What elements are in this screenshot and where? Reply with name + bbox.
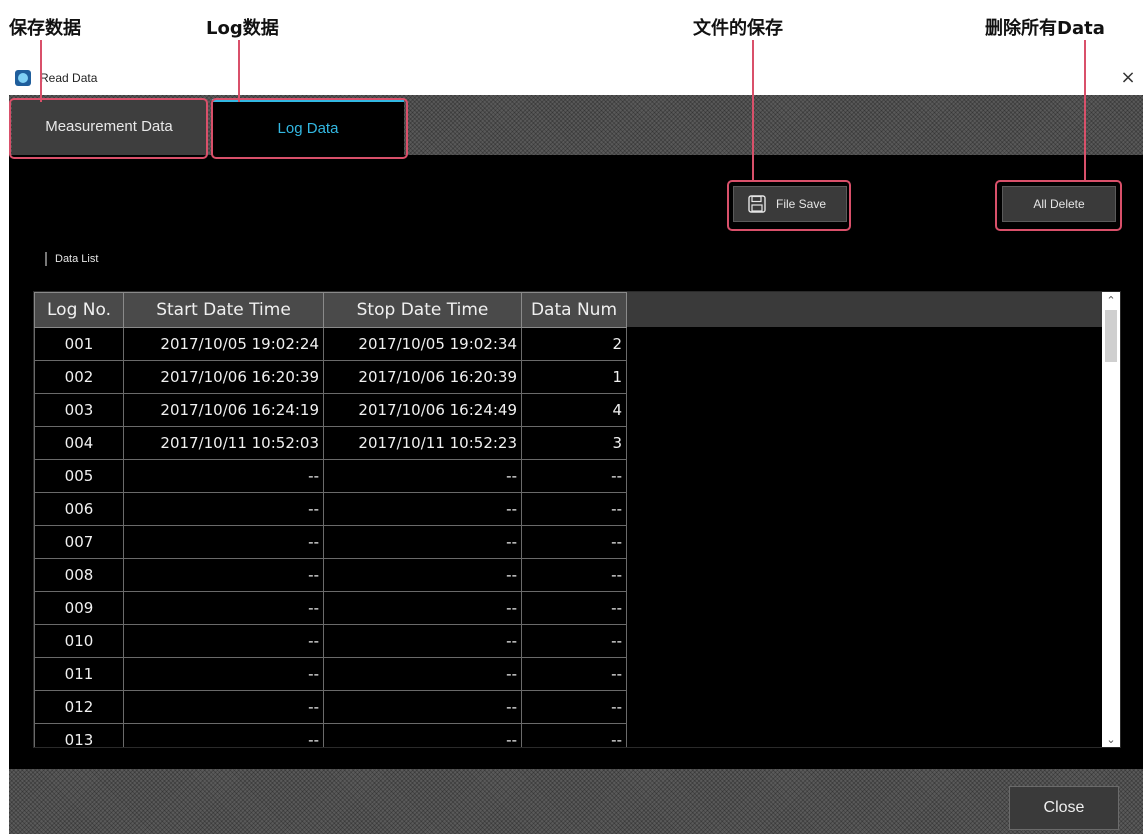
cell-log-no: 006: [34, 492, 124, 526]
cell-stop-date-time: 2017/10/11 10:52:23: [323, 426, 522, 460]
cell-log-no: 001: [34, 327, 124, 361]
cell-start-date-time: --: [123, 492, 324, 526]
cell-start-date-time: --: [123, 558, 324, 592]
window-title: Read Data: [40, 71, 98, 85]
cell-stop-date-time: --: [323, 624, 522, 658]
cell-data-num: 1: [521, 360, 627, 394]
table-row[interactable]: 006 -- -- --: [34, 492, 627, 526]
app-icon: [15, 70, 31, 86]
cell-stop-date-time: --: [323, 690, 522, 724]
annotation-leader-log: [238, 40, 240, 102]
cell-data-num: --: [521, 558, 627, 592]
cell-start-date-time: --: [123, 525, 324, 559]
cell-stop-date-time: --: [323, 657, 522, 691]
column-header-stop-date-time[interactable]: Stop Date Time: [323, 292, 522, 328]
table-row[interactable]: 004 2017/10/11 10:52:03 2017/10/11 10:52:2…: [34, 426, 627, 460]
cell-data-num: --: [521, 657, 627, 691]
cell-data-num: --: [521, 492, 627, 526]
title-bar: Read Data ×: [9, 62, 1143, 95]
annotation-leader-measurement: [40, 40, 42, 102]
cell-log-no: 005: [34, 459, 124, 493]
table-row[interactable]: 002 2017/10/06 16:20:39 2017/10/06 16:20:3…: [34, 360, 627, 394]
cell-start-date-time: --: [123, 624, 324, 658]
cell-log-no: 010: [34, 624, 124, 658]
table-row[interactable]: 013 -- -- --: [34, 723, 627, 747]
annotation-all-delete: 删除所有Data: [985, 18, 1105, 39]
cell-data-num: --: [521, 624, 627, 658]
table-row[interactable]: 010 -- -- --: [34, 624, 627, 658]
cell-stop-date-time: --: [323, 591, 522, 625]
cell-start-date-time: --: [123, 591, 324, 625]
cell-log-no: 002: [34, 360, 124, 394]
cell-start-date-time: --: [123, 690, 324, 724]
annotation-log-data: Log数据: [206, 18, 279, 39]
annotation-leader-all-delete: [1084, 40, 1086, 182]
cell-stop-date-time: --: [323, 459, 522, 493]
cell-log-no: 003: [34, 393, 124, 427]
highlight-all-delete: [995, 180, 1122, 231]
cell-start-date-time: --: [123, 657, 324, 691]
read-data-window: Read Data × Measurement Data Log Data Fi…: [9, 62, 1143, 834]
cell-start-date-time: --: [123, 459, 324, 493]
log-data-panel: File Save All Delete Data List Log No. S…: [9, 155, 1143, 769]
cell-data-num: --: [521, 690, 627, 724]
cell-log-no: 008: [34, 558, 124, 592]
table-row[interactable]: 012 -- -- --: [34, 690, 627, 724]
table-row[interactable]: 005 -- -- --: [34, 459, 627, 493]
cell-log-no: 012: [34, 690, 124, 724]
cell-data-num: --: [521, 591, 627, 625]
column-header-start-date-time[interactable]: Start Date Time: [123, 292, 324, 328]
data-list-label: Data List: [45, 252, 98, 266]
cell-log-no: 004: [34, 426, 124, 460]
scrollbar-thumb[interactable]: [1105, 310, 1117, 362]
cell-data-num: --: [521, 723, 627, 747]
cell-stop-date-time: 2017/10/05 19:02:34: [323, 327, 522, 361]
cell-stop-date-time: --: [323, 558, 522, 592]
cell-log-no: 007: [34, 525, 124, 559]
table-row[interactable]: 001 2017/10/05 19:02:24 2017/10/05 19:02:3…: [34, 327, 627, 361]
cell-data-num: --: [521, 459, 627, 493]
cell-stop-date-time: --: [323, 492, 522, 526]
vertical-scrollbar[interactable]: ⌃ ⌄: [1102, 292, 1120, 747]
log-data-table: Log No. Start Date Time Stop Date Time D…: [34, 292, 627, 747]
highlight-measurement-tab: [9, 98, 208, 159]
annotation-measurement-data: 保存数据: [9, 18, 81, 39]
log-data-grid[interactable]: Log No. Start Date Time Stop Date Time D…: [33, 291, 1121, 748]
highlight-log-tab: [211, 98, 408, 159]
table-row[interactable]: 003 2017/10/06 16:24:19 2017/10/06 16:24:4…: [34, 393, 627, 427]
column-header-data-num[interactable]: Data Num: [521, 292, 627, 328]
close-icon[interactable]: ×: [1113, 62, 1143, 95]
table-row[interactable]: 007 -- -- --: [34, 525, 627, 559]
cell-stop-date-time: 2017/10/06 16:20:39: [323, 360, 522, 394]
cell-log-no: 011: [34, 657, 124, 691]
cell-stop-date-time: --: [323, 525, 522, 559]
cell-start-date-time: 2017/10/06 16:20:39: [123, 360, 324, 394]
table-row[interactable]: 009 -- -- --: [34, 591, 627, 625]
chevron-down-icon[interactable]: ⌄: [1102, 731, 1120, 747]
cell-start-date-time: 2017/10/05 19:02:24: [123, 327, 324, 361]
table-row[interactable]: 008 -- -- --: [34, 558, 627, 592]
annotation-file-save: 文件的保存: [693, 18, 783, 39]
cell-start-date-time: 2017/10/06 16:24:19: [123, 393, 324, 427]
column-header-log-no[interactable]: Log No.: [34, 292, 124, 328]
cell-data-num: 2: [521, 327, 627, 361]
cell-log-no: 009: [34, 591, 124, 625]
footer-bar: Close: [9, 769, 1143, 834]
table-header-row: Log No. Start Date Time Stop Date Time D…: [34, 292, 627, 328]
cell-data-num: 4: [521, 393, 627, 427]
cell-start-date-time: 2017/10/11 10:52:03: [123, 426, 324, 460]
cell-log-no: 013: [34, 723, 124, 747]
cell-stop-date-time: 2017/10/06 16:24:49: [323, 393, 522, 427]
annotation-leader-file-save: [752, 40, 754, 182]
cell-stop-date-time: --: [323, 723, 522, 747]
highlight-file-save: [727, 180, 851, 231]
cell-start-date-time: --: [123, 723, 324, 747]
table-row[interactable]: 011 -- -- --: [34, 657, 627, 691]
chevron-up-icon[interactable]: ⌃: [1102, 292, 1120, 310]
cell-data-num: 3: [521, 426, 627, 460]
close-button[interactable]: Close: [1009, 786, 1119, 830]
cell-data-num: --: [521, 525, 627, 559]
